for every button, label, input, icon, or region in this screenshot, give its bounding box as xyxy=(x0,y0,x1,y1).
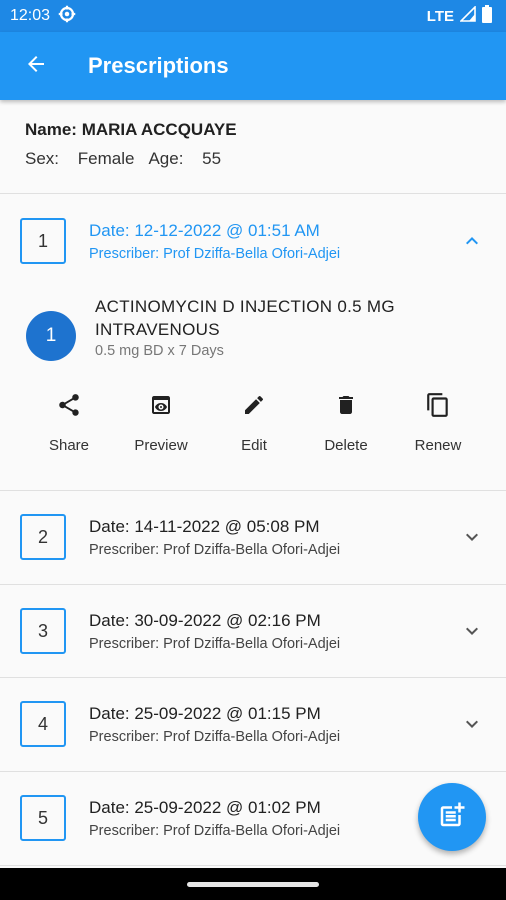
prescription-header[interactable]: 4 Date: 25-09-2022 @ 01:15 PM Prescriber… xyxy=(0,678,506,770)
delete-icon xyxy=(334,385,358,425)
prescription-prescriber: Prescriber: Prof Dziffa-Bella Ofori-Adje… xyxy=(89,728,341,745)
renew-label: Renew xyxy=(414,437,462,454)
prescription-prescriber: Prescriber: Prof Dziffa-Bella Ofori-Adje… xyxy=(89,822,341,839)
prescription-header[interactable]: 3 Date: 30-09-2022 @ 02:16 PM Prescriber… xyxy=(0,585,506,677)
settings-gear-icon xyxy=(58,5,76,28)
status-bar: 12:03 LTE xyxy=(0,0,506,32)
patient-name-label: Name: xyxy=(25,120,77,139)
patient-name-row: Name: MARIA ACCQUAYE xyxy=(25,120,481,140)
edit-button[interactable]: Edit xyxy=(208,385,300,461)
prescription-number: 1 xyxy=(20,218,66,264)
delete-label: Delete xyxy=(324,437,368,454)
prescription-date: Date: 14-11-2022 @ 05:08 PM xyxy=(89,516,320,536)
patient-info: Name: MARIA ACCQUAYE Sex: Female Age: 55 xyxy=(0,100,506,194)
network-type: LTE xyxy=(426,7,454,25)
prescription-number: 3 xyxy=(20,608,66,654)
battery-icon xyxy=(482,5,492,27)
arrow-back-icon xyxy=(24,52,48,81)
drug-name: ACTINOMYCIN D INJECTION 0.5 MG INTRAVENO… xyxy=(95,297,395,339)
chevron-up-icon[interactable] xyxy=(460,229,484,253)
prescription-date: Date: 25-09-2022 @ 01:02 PM xyxy=(89,797,321,817)
share-button[interactable]: Share xyxy=(23,385,115,461)
edit-icon xyxy=(242,385,266,425)
prescription-date: Date: 30-09-2022 @ 02:16 PM xyxy=(89,610,321,630)
prescription-date: Date: 25-09-2022 @ 01:15 PM xyxy=(89,703,321,723)
drug-number-badge: 1 xyxy=(26,311,76,361)
patient-age-label: Age: xyxy=(148,149,184,168)
patient-age: Age: 55 xyxy=(148,149,221,168)
prescription-prescriber: Prescriber: Prof Dziffa-Bella Ofori-Adje… xyxy=(89,635,341,652)
back-button[interactable] xyxy=(16,46,56,86)
drug-item: 1 ACTINOMYCIN D INJECTION 0.5 MG INTRAVE… xyxy=(26,295,486,373)
prescription-item: 3 Date: 30-09-2022 @ 02:16 PM Prescriber… xyxy=(0,585,506,678)
prescription-number: 4 xyxy=(20,701,66,747)
prescription-info: Date: 14-11-2022 @ 05:08 PM Prescriber: … xyxy=(89,517,340,558)
prescription-header[interactable]: 2 Date: 14-11-2022 @ 05:08 PM Prescriber… xyxy=(0,491,506,583)
prescription-item: 4 Date: 25-09-2022 @ 01:15 PM Prescriber… xyxy=(0,678,506,772)
signal-icon xyxy=(459,5,476,26)
patient-sex-label: Sex: xyxy=(25,149,60,168)
delete-button[interactable]: Delete xyxy=(300,385,392,461)
patient-sex: Sex: Female xyxy=(25,149,134,168)
share-icon xyxy=(56,385,82,425)
chevron-down-icon[interactable] xyxy=(460,619,484,643)
patient-age-value: 55 xyxy=(202,149,222,168)
prescription-item: 2 Date: 14-11-2022 @ 05:08 PM Prescriber… xyxy=(0,491,506,585)
drug-dose: 0.5 mg BD x 7 Days xyxy=(95,343,224,359)
patient-meta-row: Sex: Female Age: 55 xyxy=(25,149,481,169)
prescription-number: 5 xyxy=(20,795,66,841)
preview-icon xyxy=(149,385,173,425)
system-nav-bar xyxy=(0,868,506,900)
prescription-prescriber: Prescriber: Prof Dziffa-Bella Ofori-Adje… xyxy=(89,541,341,558)
prescription-info: Date: 25-09-2022 @ 01:15 PM Prescriber: … xyxy=(89,704,340,745)
add-note-icon xyxy=(437,800,467,835)
share-label: Share xyxy=(48,437,90,454)
status-time: 12:03 xyxy=(10,7,51,24)
chevron-down-icon[interactable] xyxy=(460,712,484,736)
renew-button[interactable]: Renew xyxy=(392,385,484,461)
prescription-header[interactable]: 1 Date: 12-12-2022 @ 01:51 AM Prescriber… xyxy=(0,195,506,287)
add-prescription-fab[interactable] xyxy=(418,783,486,851)
prescription-item: 1 Date: 12-12-2022 @ 01:51 AM Prescriber… xyxy=(0,195,506,491)
prescription-prescriber: Prescriber: Prof Dziffa-Bella Ofori-Adje… xyxy=(89,245,341,262)
preview-button[interactable]: Preview xyxy=(115,385,207,461)
app-bar: Prescriptions xyxy=(0,32,506,100)
prescription-info: Date: 30-09-2022 @ 02:16 PM Prescriber: … xyxy=(89,611,340,652)
patient-name: MARIA ACCQUAYE xyxy=(81,120,237,139)
prescription-info: Date: 12-12-2022 @ 01:51 AM Prescriber: … xyxy=(89,221,340,262)
home-gesture-handle[interactable] xyxy=(187,882,319,887)
page-title: Prescriptions xyxy=(88,53,229,78)
preview-label: Preview xyxy=(134,437,188,454)
prescription-info: Date: 25-09-2022 @ 01:02 PM Prescriber: … xyxy=(89,798,340,839)
prescription-number: 2 xyxy=(20,514,66,560)
edit-label: Edit xyxy=(241,437,267,454)
copy-icon xyxy=(425,385,451,425)
prescription-date: Date: 12-12-2022 @ 01:51 AM xyxy=(89,220,320,240)
chevron-down-icon[interactable] xyxy=(460,525,484,549)
patient-sex-value: Female xyxy=(77,149,135,168)
prescription-actions: Share Preview Edit Delete Renew xyxy=(0,385,506,465)
